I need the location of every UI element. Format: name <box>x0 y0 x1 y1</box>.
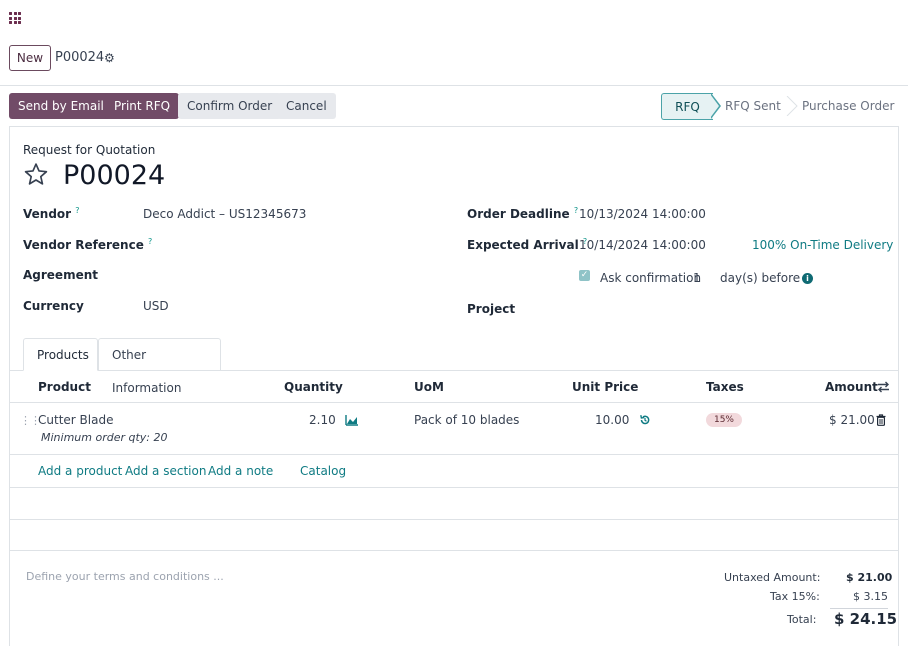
help-icon[interactable]: ? <box>574 206 578 215</box>
row-divider <box>9 550 899 551</box>
order-deadline-label: Order Deadline ? <box>467 206 579 221</box>
untaxed-amount-label: Untaxed Amount: <box>724 571 821 584</box>
vendor-field[interactable]: Deco Addict – US12345673 <box>143 207 306 221</box>
currency-label: Currency <box>23 299 84 313</box>
col-header-unit-price[interactable]: Unit Price <box>572 380 638 394</box>
status-separator-icon <box>786 96 798 116</box>
help-icon[interactable]: ? <box>148 237 152 246</box>
tax-value: $ 3.15 <box>853 590 888 603</box>
tax-label: Tax 15%: <box>770 590 820 603</box>
header-divider <box>0 85 908 86</box>
untaxed-amount-value: $ 21.00 <box>846 571 893 584</box>
on-time-delivery-link[interactable]: 100% On-Time Delivery <box>752 238 893 252</box>
help-icon[interactable]: ? <box>75 206 79 215</box>
tab-other-information[interactable]: Other Information <box>98 338 221 395</box>
ask-confirmation-checkbox[interactable]: ✓ <box>579 270 590 281</box>
total-value: $ 24.15 <box>834 610 898 628</box>
catalog-link[interactable]: Catalog <box>300 464 346 478</box>
col-header-quantity[interactable]: Quantity <box>284 380 343 394</box>
col-header-uom[interactable]: UoM <box>414 380 444 394</box>
col-header-amount[interactable]: Amount <box>825 380 878 394</box>
col-header-taxes[interactable]: Taxes <box>706 380 744 394</box>
expected-arrival-label: Expected Arrival ? <box>467 237 588 252</box>
add-section-link[interactable]: Add a section <box>125 464 206 478</box>
row-divider <box>9 519 899 520</box>
add-note-link[interactable]: Add a note <box>208 464 273 478</box>
tax-badge[interactable]: 15% <box>706 413 742 427</box>
agreement-label: Agreement <box>23 268 98 282</box>
gear-icon[interactable]: ⚙ <box>104 51 115 65</box>
days-before-label: day(s) before <box>720 271 801 285</box>
expected-arrival-field[interactable]: 10/14/2024 14:00:00 <box>579 238 706 252</box>
vendor-label: Vendor ? <box>23 206 80 221</box>
add-product-link[interactable]: Add a product <box>38 464 122 478</box>
status-arrow-fill <box>710 94 719 118</box>
project-label: Project <box>467 302 516 316</box>
record-name[interactable]: P00024 <box>63 160 165 191</box>
breadcrumb-record: P00024 <box>55 50 105 65</box>
currency-field[interactable]: USD <box>143 299 169 313</box>
new-button[interactable]: New <box>9 45 51 71</box>
terms-input[interactable]: Define your terms and conditions ... <box>26 570 224 583</box>
row-amount: $ 21.00 <box>829 413 875 427</box>
send-by-email-button[interactable]: Send by Email <box>9 93 113 119</box>
confirmation-days-field[interactable]: 1 <box>693 271 701 285</box>
drag-handle-icon[interactable]: ⋮⋮ <box>20 414 41 427</box>
star-icon[interactable] <box>23 162 49 187</box>
doc-type-label: Request for Quotation <box>23 143 156 157</box>
row-divider <box>9 454 899 455</box>
row-uom[interactable]: Pack of 10 blades <box>414 413 519 427</box>
row-unit-price[interactable]: 10.00 <box>595 413 629 427</box>
vendor-reference-label: Vendor Reference ? <box>23 237 153 252</box>
column-settings-icon[interactable] <box>877 381 890 393</box>
status-step-purchase-order[interactable]: Purchase Order <box>802 93 902 119</box>
row-product-note: Minimum order qty: 20 <box>41 431 168 444</box>
total-divider <box>830 608 888 609</box>
row-quantity[interactable]: 2.10 <box>309 413 336 427</box>
table-header-divider <box>9 402 899 403</box>
col-header-product[interactable]: Product <box>38 380 91 394</box>
row-divider <box>9 487 899 488</box>
apps-grid-icon[interactable] <box>9 12 21 24</box>
forecast-chart-icon[interactable] <box>345 414 359 426</box>
cancel-button[interactable]: Cancel <box>277 93 336 119</box>
status-step-rfq[interactable]: RFQ <box>661 93 713 120</box>
ask-confirmation-label: Ask confirmation <box>600 271 702 285</box>
reset-price-icon[interactable] <box>639 414 651 426</box>
confirm-order-button[interactable]: Confirm Order <box>178 93 282 119</box>
row-product-name[interactable]: Cutter Blade <box>38 413 113 427</box>
tab-products[interactable]: Products <box>23 338 98 371</box>
info-icon[interactable]: i <box>802 273 813 284</box>
order-deadline-field[interactable]: 10/13/2024 14:00:00 <box>579 207 706 221</box>
total-label: Total: <box>787 613 817 626</box>
print-rfq-button[interactable]: Print RFQ <box>105 93 180 119</box>
trash-icon[interactable] <box>876 414 886 426</box>
